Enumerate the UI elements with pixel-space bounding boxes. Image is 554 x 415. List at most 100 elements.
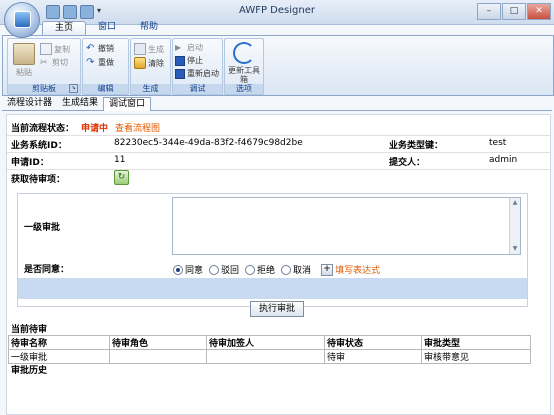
table-row[interactable]: 一级审批 待审 审核带意见 bbox=[8, 349, 531, 364]
update-toolbox-label: 更新工具箱 bbox=[228, 66, 260, 84]
app-logo-icon bbox=[14, 11, 31, 28]
radio-cancel-label: 取消 bbox=[293, 266, 312, 276]
paste-icon bbox=[13, 43, 35, 65]
redo-icon: ↷ bbox=[86, 56, 95, 68]
business-id-value: 82230ec5-344e-49da-83f2-f4679c98d2be bbox=[114, 138, 303, 148]
update-toolbox-button[interactable]: 更新工具箱 bbox=[227, 42, 261, 84]
tab-window[interactable]: 窗口 bbox=[86, 21, 128, 34]
cut-label: 剪切 bbox=[52, 58, 68, 67]
fetch-pending-label: 获取待审项： bbox=[11, 175, 66, 185]
undo-label: 撤销 bbox=[98, 44, 114, 53]
scroll-down-icon[interactable]: ▼ bbox=[511, 245, 519, 253]
tab-process-designer[interactable]: 流程设计器 bbox=[2, 97, 57, 110]
agree-label: 是否同意： bbox=[24, 265, 70, 275]
clear-label: 清除 bbox=[148, 58, 164, 68]
undo-button[interactable]: ↶ 撤销 bbox=[86, 43, 114, 54]
scroll-up-icon[interactable]: ▲ bbox=[511, 199, 519, 207]
stop-label: 停止 bbox=[187, 56, 203, 65]
radio-icon bbox=[281, 264, 292, 275]
clear-button[interactable]: 清除 bbox=[134, 57, 164, 69]
approval-info-bar bbox=[18, 278, 527, 299]
group-label-edit: 编辑 bbox=[83, 84, 128, 94]
eraser-icon bbox=[134, 57, 146, 69]
group-generate: 生成 清除 生成 bbox=[130, 38, 171, 95]
redo-label: 重做 bbox=[98, 58, 114, 67]
application-menu-button[interactable] bbox=[4, 2, 40, 38]
fill-expression-label: 填写表达式 bbox=[335, 266, 381, 276]
comment-scrollbar[interactable]: ▲ ▼ bbox=[509, 198, 520, 254]
status-value: 申请中 bbox=[81, 124, 109, 134]
radio-selected-icon bbox=[173, 264, 183, 275]
table-cell bbox=[109, 349, 207, 364]
table-cell bbox=[206, 349, 325, 364]
dialog-launcher-icon[interactable]: ↘ bbox=[69, 84, 78, 93]
status-label: 当前流程状态： bbox=[11, 124, 75, 134]
submitter-value: admin bbox=[489, 155, 518, 165]
pending-table: 待审名称 待审角色 待审加签人 待审状态 审批类型 一级审批 待审 审核带意见 bbox=[8, 335, 531, 364]
radio-reject-back[interactable]: 驳回 bbox=[209, 263, 239, 276]
approval-panel: 一级审批 ▲ ▼ 是否同意： 同意 驳回 拒绝 取消 + 填写表达式 bbox=[17, 193, 528, 307]
restart-icon bbox=[175, 68, 185, 79]
copy-button[interactable]: 复制 bbox=[40, 43, 70, 55]
table-cell: 待审 bbox=[324, 349, 422, 364]
table-cell: 审核带意见 bbox=[421, 349, 531, 364]
apply-id-label: 申请ID： bbox=[11, 158, 49, 168]
radio-cancel[interactable]: 取消 bbox=[281, 263, 311, 276]
stop-button[interactable]: 停止 bbox=[175, 55, 203, 66]
restart-label: 重新启动 bbox=[187, 69, 219, 78]
approval-comment-textarea[interactable]: ▲ ▼ bbox=[172, 197, 521, 255]
radio-icon bbox=[209, 264, 220, 275]
restart-button[interactable]: 重新启动 bbox=[175, 68, 219, 79]
column-header: 待审名称 bbox=[8, 335, 110, 350]
group-label-options: 选项 bbox=[225, 84, 263, 94]
column-header: 待审加签人 bbox=[206, 335, 325, 350]
apply-id-row: 申请ID： 11 提交人： admin bbox=[7, 152, 550, 170]
debug-content: 当前流程状态： 申请中 查看流程图 业务系统ID： 82230ec5-344e-… bbox=[6, 114, 551, 415]
minimize-button[interactable]: – bbox=[477, 3, 501, 20]
close-button[interactable]: ✕ bbox=[527, 3, 551, 20]
radio-agree-label: 同意 bbox=[185, 266, 204, 276]
scissors-icon: ✂ bbox=[40, 57, 48, 68]
window-controls: – □ ✕ bbox=[477, 3, 551, 20]
agree-radio-group: 同意 驳回 拒绝 取消 + 填写表达式 bbox=[173, 263, 380, 276]
start-button[interactable]: ▶ 启动 bbox=[175, 42, 203, 53]
column-header: 待审角色 bbox=[109, 335, 207, 350]
business-type-value: test bbox=[489, 138, 507, 148]
refresh-icon bbox=[233, 42, 255, 64]
tab-help[interactable]: 帮助 bbox=[128, 21, 170, 34]
business-id-label: 业务系统ID： bbox=[11, 141, 67, 151]
radio-refuse[interactable]: 拒绝 bbox=[245, 263, 275, 276]
view-flowchart-link[interactable]: 查看流程图 bbox=[115, 121, 160, 134]
document-tabs: 流程设计器 生成结果 调试窗口 bbox=[2, 97, 552, 111]
play-icon: ▶ bbox=[175, 42, 182, 52]
apply-id-value: 11 bbox=[114, 155, 126, 165]
tab-generated-result[interactable]: 生成结果 bbox=[57, 97, 103, 110]
plus-icon: + bbox=[321, 263, 334, 276]
radio-agree[interactable]: 同意 bbox=[173, 263, 203, 276]
radio-icon bbox=[245, 264, 256, 275]
table-cell: 一级审批 bbox=[8, 349, 110, 364]
group-edit: ↶ 撤销 ↷ 重做 编辑 bbox=[82, 38, 129, 95]
group-clipboard: 粘贴 复制 ✂ 剪切 剪贴板 ↘ bbox=[7, 38, 81, 95]
column-header: 待审状态 bbox=[324, 335, 422, 350]
start-label: 启动 bbox=[187, 43, 203, 52]
fetch-pending-row: 获取待审项： ↻ bbox=[7, 169, 550, 186]
window-title: AWFP Designer bbox=[239, 5, 315, 16]
tab-home[interactable]: 主页 bbox=[42, 21, 87, 35]
redo-button[interactable]: ↷ 重做 bbox=[86, 57, 114, 68]
stop-icon bbox=[175, 55, 185, 66]
app-window: ▾ AWFP Designer – □ ✕ 主页 窗口 帮助 粘贴 复制 ✂ 剪… bbox=[0, 0, 554, 415]
execute-approval-button[interactable]: 执行审批 bbox=[250, 301, 304, 317]
paste-button[interactable]: 粘贴 bbox=[12, 43, 36, 78]
ribbon-tabs: 主页 窗口 帮助 bbox=[42, 21, 170, 35]
group-options: 更新工具箱 选项 bbox=[224, 38, 264, 95]
maximize-button[interactable]: □ bbox=[502, 3, 526, 20]
fetch-refresh-icon[interactable]: ↻ bbox=[114, 170, 129, 185]
group-label-generate: 生成 bbox=[131, 84, 170, 94]
status-row: 当前流程状态： 申请中 查看流程图 bbox=[7, 118, 550, 136]
tab-debug-window[interactable]: 调试窗口 bbox=[103, 97, 152, 111]
group-debug: ▶ 启动 停止 重新启动 调试 bbox=[172, 38, 223, 95]
cut-button[interactable]: ✂ 剪切 bbox=[40, 57, 68, 68]
generate-button[interactable]: 生成 bbox=[134, 43, 164, 55]
fill-expression-button[interactable]: + 填写表达式 bbox=[321, 263, 380, 276]
